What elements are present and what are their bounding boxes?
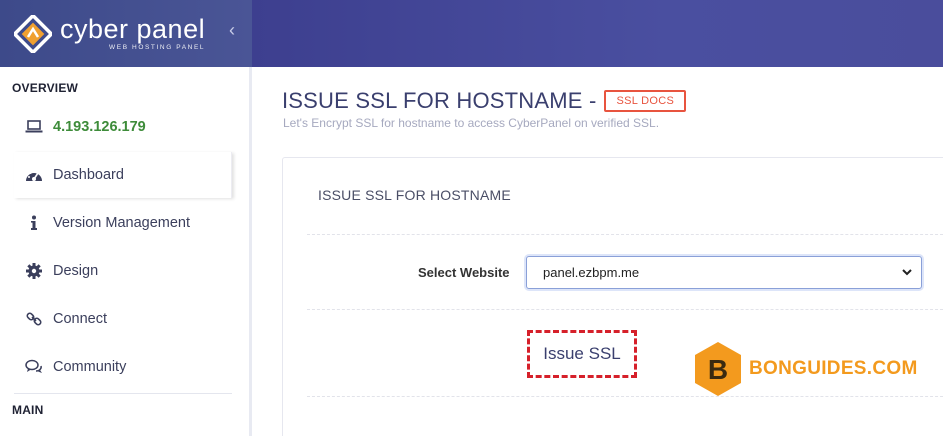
page-title: ISSUE SSL FOR HOSTNAME - SSL DOCS — [282, 88, 687, 114]
info-icon — [24, 213, 44, 233]
sidebar-item-label: Connect — [53, 311, 108, 327]
section-main: MAIN — [12, 403, 44, 417]
server-ip: 4.193.126.179 — [53, 119, 146, 135]
brand-name: cyber panel — [60, 14, 206, 44]
issue-ssl-card: ISSUE SSL FOR HOSTNAME Select Website pa… — [282, 157, 943, 436]
laptop-icon — [24, 117, 44, 137]
main-content: ISSUE SSL FOR HOSTNAME - SSL DOCS Let's … — [255, 67, 943, 436]
watermark-text: BONGUIDES.COM — [749, 358, 918, 379]
chevron-down-icon — [901, 266, 913, 281]
sidebar-item-ip[interactable]: 4.193.126.179 — [14, 104, 232, 150]
sidebar-item-label: Dashboard — [53, 167, 124, 183]
page-title-text: ISSUE SSL FOR HOSTNAME - — [282, 88, 597, 113]
sidebar-item-design[interactable]: Design — [14, 248, 232, 294]
sidebar-item-label: Version Management — [53, 215, 191, 231]
sidebar: OVERVIEW 4.193.126.179 Dashboard Version… — [0, 67, 252, 436]
bonguides-logo-icon: B — [695, 342, 741, 396]
brand-header: cyber panel WEB HOSTING PANEL ‹ — [0, 0, 252, 67]
gear-icon — [24, 261, 44, 281]
card-divider — [307, 396, 943, 397]
dashboard-icon — [24, 165, 44, 185]
card-title: ISSUE SSL FOR HOSTNAME — [318, 187, 511, 203]
sidebar-item-label: Design — [53, 263, 99, 279]
cyberpanel-logo-icon — [12, 12, 54, 55]
sidebar-item-dashboard[interactable]: Dashboard — [14, 152, 232, 198]
sidebar-item-version-management[interactable]: Version Management — [14, 200, 232, 246]
top-bar — [252, 0, 943, 67]
card-divider — [307, 309, 943, 310]
page-subtitle: Let's Encrypt SSL for hostname to access… — [283, 116, 660, 130]
brand-subtitle: WEB HOSTING PANEL — [109, 44, 206, 51]
select-website-label: Select Website — [418, 265, 510, 280]
card-divider — [307, 234, 943, 235]
sidebar-item-label: Community — [53, 359, 127, 375]
chevron-left-icon[interactable]: ‹ — [224, 20, 240, 40]
svg-text:B: B — [708, 354, 728, 385]
watermark: B BONGUIDES.COM — [693, 341, 918, 397]
sidebar-item-community[interactable]: Community — [14, 344, 232, 390]
issue-ssl-button[interactable]: Issue SSL — [527, 330, 637, 378]
section-overview: OVERVIEW — [12, 81, 79, 95]
comments-icon — [24, 357, 44, 377]
ssl-docs-button[interactable]: SSL DOCS — [604, 90, 687, 112]
link-icon — [24, 309, 44, 329]
sidebar-item-connect[interactable]: Connect — [14, 296, 232, 342]
sidebar-divider — [14, 393, 232, 394]
select-website-value: panel.ezbpm.me — [543, 265, 640, 280]
select-website-dropdown[interactable]: panel.ezbpm.me — [526, 256, 922, 289]
